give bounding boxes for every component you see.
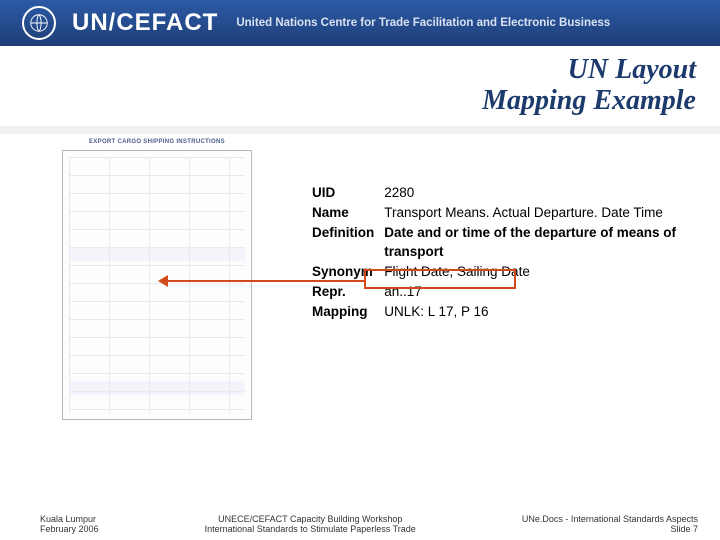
field-value-repr: an..17 (384, 283, 718, 301)
form-layout-preview: EXPORT CARGO SHIPPING INSTRUCTIONS (62, 150, 252, 420)
field-definition-table: UID 2280 Name Transport Means. Actual De… (310, 182, 720, 324)
table-row: Repr. an..17 (312, 283, 718, 301)
footer-location: Kuala Lumpur (40, 514, 96, 524)
footer-right: UNe.Docs - International Standards Aspec… (522, 514, 698, 534)
field-value-definition: Date and or time of the departure of mea… (384, 224, 718, 260)
slide-footer: Kuala Lumpur February 2006 UNECE/CEFACT … (0, 514, 720, 534)
un-logo (22, 6, 56, 40)
table-row: UID 2280 (312, 184, 718, 202)
field-value-synonym: Flight Date, Sailing Date (384, 263, 718, 281)
table-row: Name Transport Means. Actual Departure. … (312, 204, 718, 222)
field-value-mapping: UNLK: L 17, P 16 (384, 303, 718, 321)
field-label-definition: Definition (312, 224, 382, 260)
field-label-uid: UID (312, 184, 382, 202)
footer-event-subtitle: International Standards to Stimulate Pap… (205, 524, 416, 534)
brand-text: UN/CEFACT (72, 9, 218, 37)
page-title: UN Layout Mapping Example (482, 55, 696, 117)
field-value-uid: 2280 (384, 184, 718, 202)
footer-left: Kuala Lumpur February 2006 (40, 514, 99, 534)
field-label-repr: Repr. (312, 283, 382, 301)
field-label-synonym: Synonym (312, 263, 382, 281)
footer-event-title: UNECE/CEFACT Capacity Building Workshop (218, 514, 402, 524)
form-header: EXPORT CARGO SHIPPING INSTRUCTIONS (63, 139, 251, 145)
callout-arrow (164, 280, 274, 282)
arrow-icon (158, 275, 168, 287)
table-row: Synonym Flight Date, Sailing Date (312, 263, 718, 281)
title-line1: UN Layout (568, 54, 696, 85)
footer-doc-title: UNe.Docs - International Standards Aspec… (522, 514, 698, 524)
header-subtitle: United Nations Centre for Trade Facilita… (236, 17, 610, 29)
callout-arrow (273, 280, 365, 282)
table-row: Mapping UNLK: L 17, P 16 (312, 303, 718, 321)
table-row: Definition Date and or time of the depar… (312, 224, 718, 260)
form-row (69, 247, 245, 261)
title-line2: Mapping Example (482, 85, 696, 116)
field-value-name: Transport Means. Actual Departure. Date … (384, 204, 718, 222)
footer-date: February 2006 (40, 524, 99, 534)
footer-slide-number: Slide 7 (670, 524, 698, 534)
divider-strip (0, 126, 720, 134)
slide-header: UN/CEFACT United Nations Centre for Trad… (0, 0, 720, 46)
field-label-mapping: Mapping (312, 303, 382, 321)
field-label-name: Name (312, 204, 382, 222)
slide-body: EXPORT CARGO SHIPPING INSTRUCTIONS UID 2… (0, 134, 720, 494)
footer-center: UNECE/CEFACT Capacity Building Workshop … (99, 514, 522, 534)
form-row (69, 381, 245, 395)
globe-icon (28, 12, 50, 34)
title-band: UN Layout Mapping Example (0, 46, 720, 126)
